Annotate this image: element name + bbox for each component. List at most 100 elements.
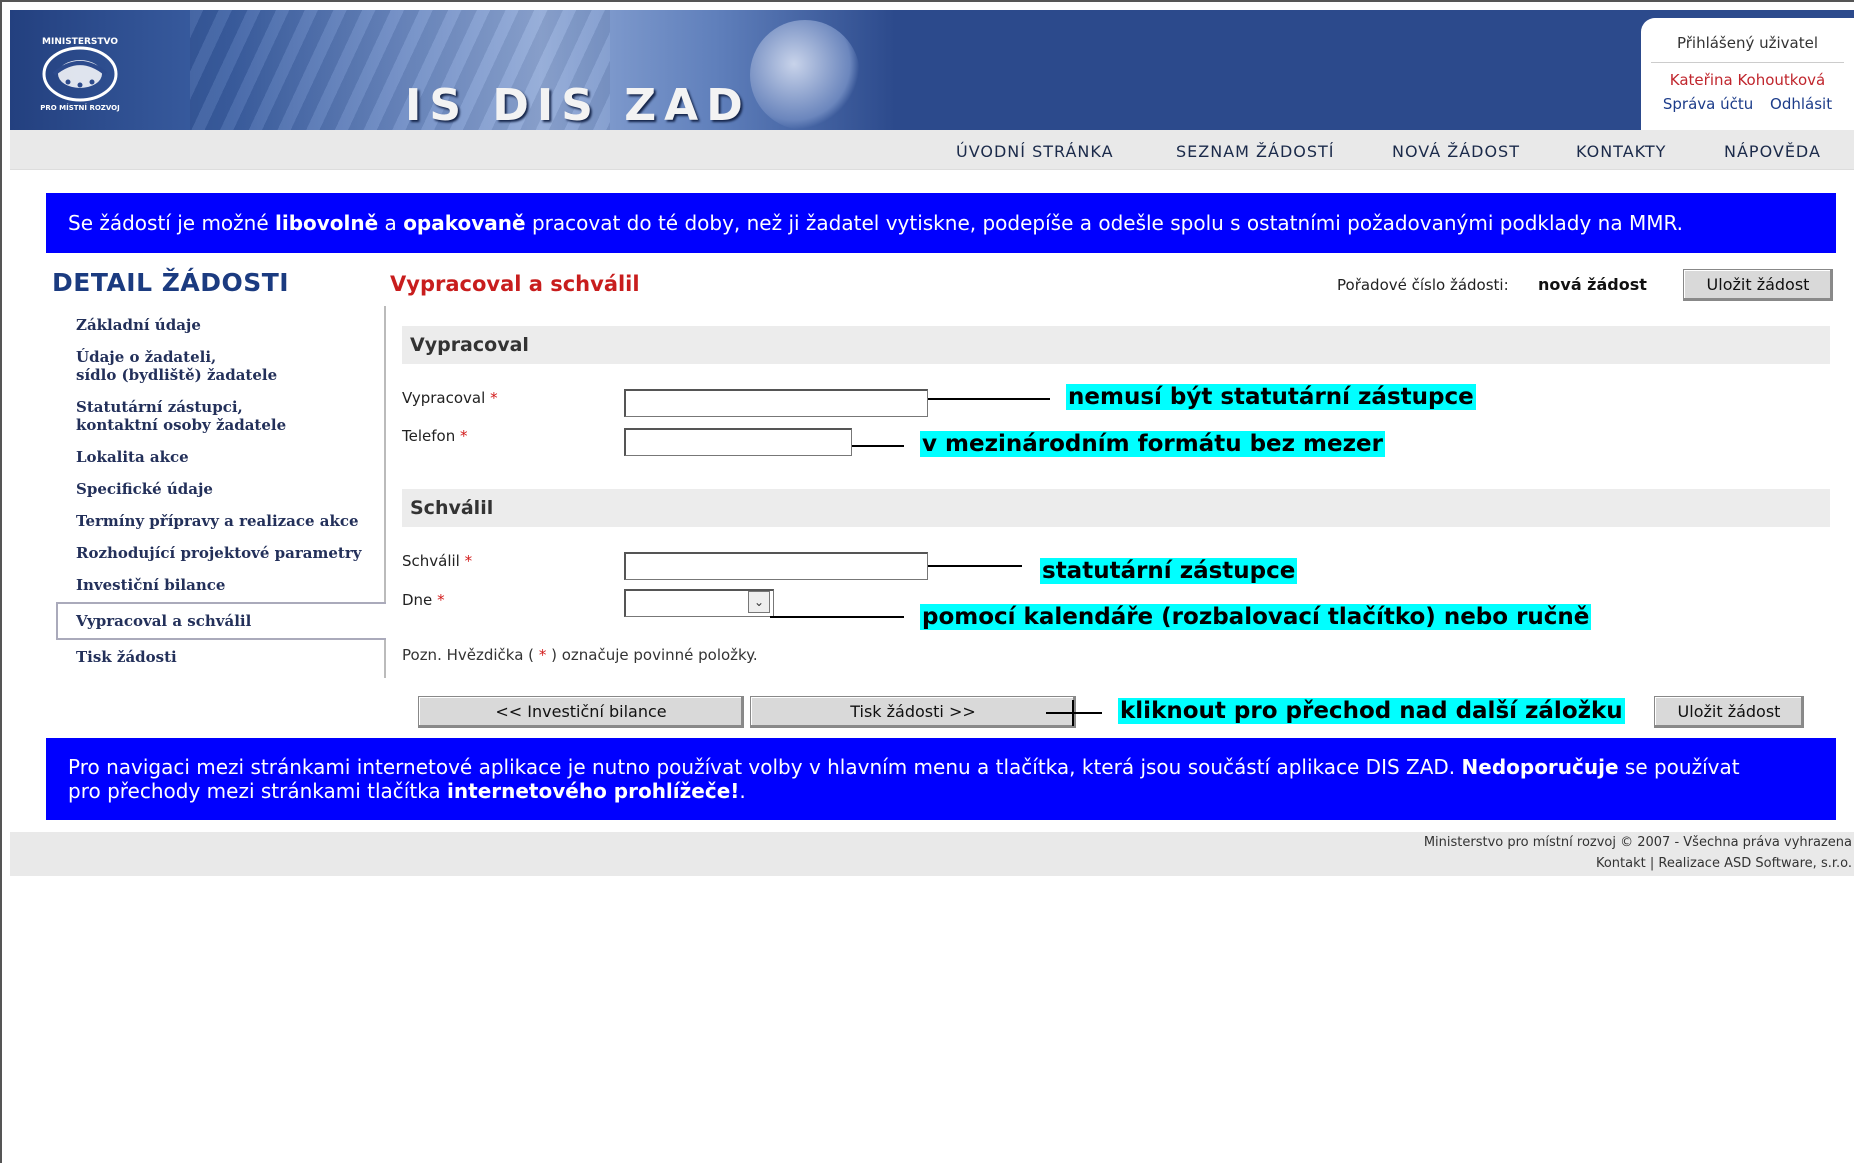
logo-text-bottom: PRO MÍSTNÍ ROZVOJ (40, 103, 119, 112)
app-name: IS DIS ZAD (405, 80, 751, 130)
field-label-text: Telefon (402, 427, 456, 445)
info-text: a (378, 211, 404, 235)
sidebar-item-label: Základní údaje (76, 316, 201, 334)
ministry-logo: MINISTERSTVO PRO MÍSTNÍ ROZVOJ (40, 37, 119, 112)
group-header-prepared: Vypracoval (402, 326, 1830, 364)
callout-line (1072, 700, 1074, 726)
info-banner-bottom: Pro navigaci mezi stránkami internetové … (46, 738, 1836, 820)
callout-line (852, 445, 904, 447)
info-text: pracovat do té doby, než ji žadatel vyti… (525, 211, 1684, 235)
sidebar-item-label: Rozhodující projektové parametry (76, 544, 362, 562)
info-text: Se žádostí je možné (68, 211, 275, 235)
menu-item-new-application[interactable]: NOVÁ ŽÁDOST (1392, 142, 1520, 161)
logout-link[interactable]: Odhlásit (1770, 95, 1832, 113)
note-text: Pozn. Hvězdička ( (402, 646, 539, 664)
required-note: Pozn. Hvězdička ( * ) označuje povinné p… (402, 646, 758, 664)
sidebar-item-label: Statutární zástupci, (76, 398, 243, 416)
callout-line (770, 616, 904, 618)
callout-next: kliknout pro přechod nad další záložku (1102, 688, 1628, 734)
menu-item-contacts[interactable]: KONTAKTY (1576, 142, 1666, 161)
approved-by-label: Schválil * (402, 552, 472, 570)
callout-line (928, 565, 1022, 567)
sidebar-item-label: sídlo (bydliště) žadatele (76, 366, 278, 384)
user-box-title: Přihlášený uživatel (1676, 34, 1819, 52)
header-banner: MINISTERSTVO PRO MÍSTNÍ ROZVOJ IS DIS ZA… (10, 10, 895, 130)
callout-phone: v mezinárodním formátu bez mezer (904, 421, 1434, 467)
callout-text: v mezinárodním formátu bez mezer (920, 431, 1385, 457)
sidebar-item-print[interactable]: Tisk žádosti (76, 648, 177, 666)
note-text: ) označuje povinné položky. (546, 646, 758, 664)
user-links: Správa účtu Odhlásit (1641, 95, 1854, 113)
required-mark: * (490, 389, 498, 407)
date-label: Dne * (402, 591, 445, 609)
sidebar-item-schedule[interactable]: Termíny přípravy a realizace akce (76, 512, 359, 530)
info-text-bold: libovolně (275, 211, 379, 235)
sidebar-item-label: Termíny přípravy a realizace akce (76, 512, 359, 530)
field-label-text: Schválil (402, 552, 460, 570)
sidebar-item-label: kontaktní osoby žadatele (76, 416, 287, 434)
order-number-label: Pořadové číslo žádosti: (1337, 276, 1509, 294)
info-text-bold: internetového prohlížeče! (447, 779, 740, 803)
realization-link[interactable]: Realizace ASD Software, s.r.o. (1658, 856, 1852, 871)
copyright-text: Ministerstvo pro místní rozvoj © 2007 - … (1423, 835, 1852, 850)
chevron-down-icon: ⌄ (753, 595, 765, 609)
menu-item-help[interactable]: NÁPOVĚDA (1724, 142, 1821, 161)
sidebar-item-label: Vypracoval a schválil (76, 612, 252, 630)
phone-label: Telefon * (402, 427, 467, 445)
group-header-approved: Schválil (402, 489, 1830, 527)
sidebar-item-label: Specifické údaje (76, 480, 213, 498)
sidebar-item-label: Tisk žádosti (76, 648, 177, 666)
callout-text: pomocí kalendáře (rozbalovací tlačítko) … (920, 604, 1592, 630)
sidebar-item-label: Investiční bilance (76, 576, 226, 594)
prepared-by-label: Vypracoval * (402, 389, 498, 407)
sidebar-item-specific-data[interactable]: Specifické údaje (76, 480, 213, 498)
info-text-bold: Nedoporučuje (1461, 755, 1619, 779)
field-label-text: Vypracoval (402, 389, 486, 407)
sidebar-item-label: Lokalita akce (76, 448, 189, 466)
save-button-bottom[interactable]: Uložit žádost (1654, 696, 1804, 728)
prepared-by-input[interactable] (624, 389, 928, 417)
callout-approved-by: statutární zástupce (1024, 548, 1320, 594)
required-mark: * (459, 427, 468, 445)
calendar-dropdown-button[interactable]: ⌄ (748, 591, 770, 613)
contact-link[interactable]: Kontakt (1596, 856, 1646, 871)
callout-line (928, 398, 1050, 400)
required-mark: * (437, 591, 445, 609)
info-banner-top: Se žádostí je možné libovolně a opakovan… (46, 193, 1836, 253)
next-step-button[interactable]: Tisk žádosti >> (750, 696, 1076, 728)
approved-by-input[interactable] (624, 552, 928, 580)
sidebar-item-investment-balance[interactable]: Investiční bilance (76, 576, 225, 594)
sidebar-nav: Základní údaje Údaje o žadateli, sídlo (b… (56, 306, 386, 678)
order-number-value: nová žádost (1538, 275, 1647, 294)
sidebar-item-label: Údaje o žadateli, (76, 348, 217, 366)
detail-title: DETAIL ŽÁDOSTI (52, 268, 290, 297)
section-title: Vypracoval a schválil (390, 272, 640, 296)
info-text: . (739, 779, 746, 803)
page-header: MINISTERSTVO PRO MÍSTNÍ ROZVOJ IS DIS ZA… (10, 10, 1854, 130)
account-settings-link[interactable]: Správa účtu (1663, 95, 1753, 113)
main-menu: ÚVODNÍ STRÁNKA SEZNAM ŽÁDOSTÍ NOVÁ ŽÁDOS… (10, 130, 1854, 170)
sidebar-item-basic-data[interactable]: Základní údaje (76, 316, 201, 334)
info-text: se používat (1618, 755, 1740, 779)
prev-step-button[interactable]: << Investiční bilance (418, 696, 744, 728)
callout-date: pomocí kalendáře (rozbalovací tlačítko) … (904, 594, 1594, 640)
callout-text: nemusí být statutární zástupce (1066, 384, 1476, 410)
required-mark: * (464, 552, 473, 570)
sidebar-item-prepared-approved[interactable]: Vypracoval a schválil (76, 612, 251, 630)
user-box: Přihlášený uživatel Kateřina Kohoutková … (1641, 18, 1854, 130)
sidebar-item-location[interactable]: Lokalita akce (76, 448, 189, 466)
info-text: pro přechody mezi stránkami tlačítka (68, 779, 448, 803)
callout-line (1046, 712, 1102, 714)
page-footer: Ministerstvo pro místní rozvoj © 2007 - … (10, 832, 1854, 876)
save-button-top[interactable]: Uložit žádost (1683, 269, 1833, 301)
info-text: Pro navigaci mezi stránkami internetové … (68, 755, 1462, 779)
menu-item-application-list[interactable]: SEZNAM ŽÁDOSTÍ (1176, 142, 1335, 161)
menu-item-home[interactable]: ÚVODNÍ STRÁNKA (956, 142, 1114, 161)
info-text-bold: opakovaně (403, 211, 526, 235)
sidebar-item-applicant[interactable]: Údaje o žadateli, sídlo (bydliště) žadate… (76, 348, 277, 384)
sidebar-item-representatives[interactable]: Statutární zástupci, kontaktní osoby žada… (76, 398, 286, 434)
sidebar-item-project-parameters[interactable]: Rozhodující projektové parametry (76, 544, 361, 562)
logo-text-top: MINISTERSTVO (42, 37, 118, 47)
footer-separator: | (1645, 856, 1659, 871)
phone-input[interactable] (624, 428, 852, 456)
